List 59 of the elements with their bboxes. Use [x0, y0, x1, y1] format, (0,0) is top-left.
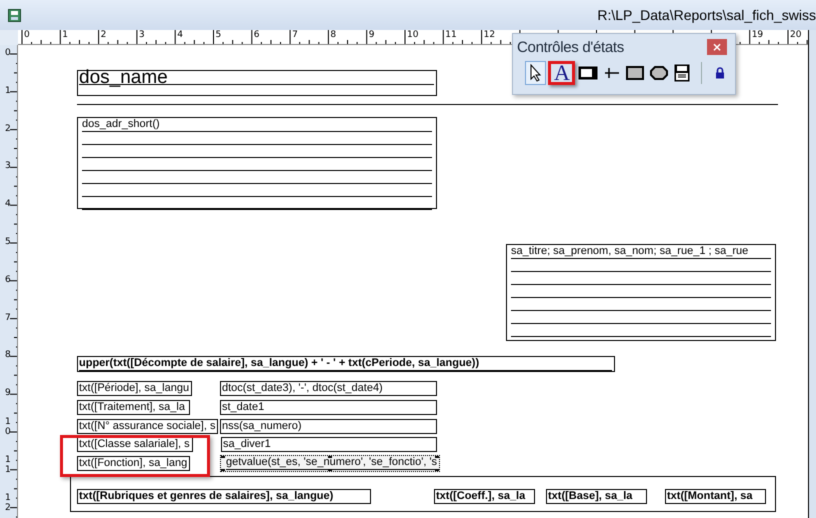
ruler-label: 5: [216, 30, 222, 40]
ruler-label: 8: [330, 30, 336, 40]
octagon-icon: [650, 66, 668, 80]
ruler-label: 10: [407, 30, 418, 40]
ruler-label: 7: [292, 30, 298, 40]
ruler-label: 2: [5, 124, 12, 134]
textbox-icon: [578, 66, 598, 80]
ruler-label: 6: [254, 30, 260, 40]
ruler-label: 11: [5, 454, 12, 475]
app-icon: [8, 8, 21, 22]
report-field[interactable]: txt([Base], sa_la: [546, 489, 647, 504]
report-field[interactable]: txt([N° assurance sociale], s: [77, 419, 218, 434]
report-field[interactable]: txt([Traitement], sa_la: [77, 400, 190, 415]
ruler-label: 20: [790, 30, 802, 40]
line-icon: [605, 66, 620, 80]
report-field[interactable]: txt([Montant], sa: [665, 489, 766, 504]
ruler-label: 9: [368, 30, 374, 40]
ruler-label: 0: [5, 48, 12, 58]
ruler-label: 3: [138, 30, 145, 40]
floppy-icon: [674, 64, 690, 82]
window-title: R:\LP_Data\Reports\sal_fich_swiss: [597, 7, 816, 23]
report-field[interactable]: dos_adr_short(): [77, 117, 437, 209]
ruler-label: 7: [5, 312, 12, 323]
ruler-label: 10: [5, 417, 12, 437]
report-field[interactable]: nss(sa_numero): [220, 419, 437, 434]
report-field[interactable]: getvalue(st_es, 'se_numero', 'se_fonctio', 's: [220, 455, 440, 472]
ruler-label: 2: [100, 30, 106, 40]
report-field[interactable]: dtoc(st_date3), '-', dtoc(st_date4): [220, 381, 437, 396]
report-field[interactable]: upper(txt([Décompte de salaire], sa_langue) + ' - ' + txt(cPeriode, sa_langue)): [77, 356, 615, 372]
close-button[interactable]: ×: [707, 39, 727, 55]
ruler-label: 0: [24, 30, 30, 40]
ruler-label: 4: [5, 199, 12, 210]
ruler-label: 4: [177, 30, 183, 40]
ruler-label: 12: [484, 30, 496, 40]
text-tool-button[interactable]: A: [548, 61, 576, 85]
report-field[interactable]: txt([Classe salariale], s: [77, 437, 193, 452]
ruler-label: 5: [5, 237, 12, 247]
ruler-label: 3: [5, 161, 12, 172]
ruler-label: 1: [5, 86, 12, 96]
tool-button[interactable]: [525, 61, 546, 85]
pointer-icon: [528, 64, 543, 82]
report-field[interactable]: st_date1: [220, 400, 437, 415]
report-field[interactable]: txt([Période], sa_langu: [77, 381, 192, 396]
ruler-label: 1: [62, 30, 68, 40]
ruler-label: 12: [5, 492, 12, 513]
report-field[interactable]: txt([Rubriques et genres de salaires], sa_langue): [77, 489, 371, 504]
report-field[interactable]: txt([Fonction], sa_lang: [77, 456, 190, 471]
report-field[interactable]: sa_titre; sa_prenom, sa_nom; sa_rue_1 ; sa_rue: [506, 244, 776, 341]
report-field[interactable]: dos_name: [77, 70, 437, 96]
report-field[interactable]: sa_diver1: [221, 437, 437, 452]
lock-icon: [715, 67, 726, 79]
rectangle-icon: [626, 66, 644, 80]
ruler-label: 8: [5, 350, 12, 360]
toolbox-title: Contrôles d'états: [517, 38, 624, 56]
ruler-label: 11: [445, 30, 457, 40]
ruler-label: 19: [752, 30, 764, 40]
report-field[interactable]: txt([Coeff.], sa_la: [434, 489, 535, 504]
ruler-label: 9: [5, 388, 12, 398]
ruler-label: 6: [5, 274, 12, 285]
